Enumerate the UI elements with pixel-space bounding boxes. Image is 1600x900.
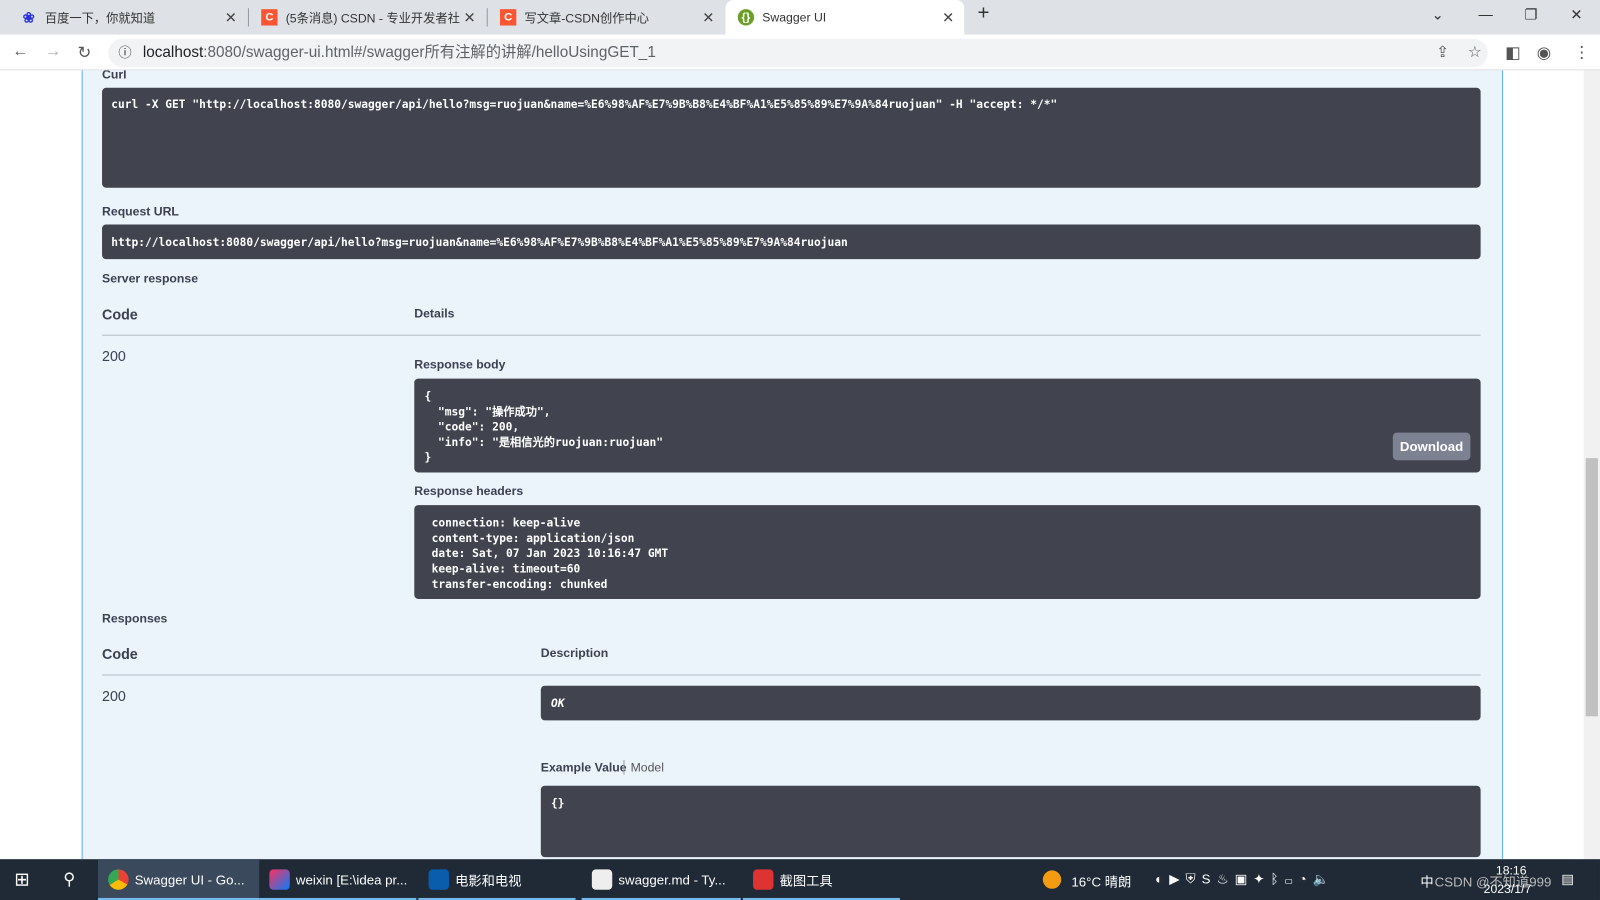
- taskbar-chrome[interactable]: Swagger UI - Go...: [97, 859, 260, 900]
- scrollbar-thumb[interactable]: [1585, 458, 1598, 717]
- close-icon[interactable]: ✕: [464, 9, 476, 26]
- request-url-value[interactable]: http://localhost:8080/swagger/api/hello?…: [102, 224, 1481, 260]
- minimize-button[interactable]: —: [1479, 6, 1493, 22]
- taskbar-label: weixin [E:\idea pr...: [295, 871, 408, 888]
- taskbar-label: swagger.md - Ty...: [618, 871, 726, 888]
- taskbar-label: 截图工具: [779, 872, 833, 889]
- responses-code-header: Code: [102, 645, 138, 663]
- share-icon[interactable]: ⇪: [1436, 39, 1449, 68]
- scrollbar[interactable]: [1583, 70, 1600, 860]
- star-icon[interactable]: ☆: [1468, 39, 1482, 68]
- ime-indicator[interactable]: 中: [1420, 871, 1433, 890]
- taskbar-label: 电影和电视: [455, 872, 522, 889]
- chrome-icon: [108, 869, 129, 890]
- back-icon[interactable]: ←: [12, 43, 28, 61]
- notification-icon[interactable]: ▤: [1561, 871, 1574, 887]
- close-icon[interactable]: ✕: [702, 9, 714, 26]
- taskbar-snipping[interactable]: 截图工具: [742, 859, 900, 900]
- responses-label: Responses: [102, 611, 168, 626]
- tab-title: 写文章-CSDN创作中心: [524, 10, 649, 25]
- weather-text[interactable]: 16°C 晴朗: [1071, 871, 1131, 890]
- taskbar-movies[interactable]: 电影和电视: [418, 859, 576, 900]
- weather-icon[interactable]: [1042, 870, 1062, 889]
- code-header: Code: [102, 306, 138, 323]
- clock-time[interactable]: 18:16: [1496, 863, 1527, 877]
- taskbar-idea[interactable]: weixin [E:\idea pr...: [259, 859, 417, 900]
- tab-search-icon[interactable]: ⌄: [1432, 6, 1444, 23]
- snipping-tool-icon: [753, 869, 774, 890]
- info-icon: ⓘ: [118, 44, 132, 61]
- maximize-button[interactable]: ❐: [1524, 6, 1537, 23]
- url-path: :8080/swagger-ui.html#/swagger所有注解的讲解/he…: [203, 43, 656, 62]
- server-response-label: Server response: [102, 271, 199, 286]
- search-icon[interactable]: ⚲: [51, 859, 96, 900]
- tab-title: Swagger UI: [762, 10, 827, 25]
- curl-command[interactable]: curl -X GET "http://localhost:8080/swagg…: [102, 87, 1481, 188]
- swagger-icon: {}: [737, 9, 755, 26]
- response-headers[interactable]: connection: keep-alive content-type: app…: [414, 505, 1481, 599]
- taskbar: ⊞ ⚲ Swagger UI - Go... weixin [E:\idea p…: [0, 859, 1600, 900]
- tab-model[interactable]: Model: [631, 760, 664, 774]
- divider: [102, 334, 1481, 336]
- side-panel-icon[interactable]: ◧: [1505, 43, 1520, 63]
- details-header: Details: [414, 306, 455, 321]
- start-button[interactable]: ⊞: [0, 859, 47, 900]
- response-body-label: Response body: [414, 357, 506, 372]
- curl-label: Curl: [102, 70, 127, 82]
- csdn-icon: C: [499, 9, 517, 26]
- swagger-page: Curl curl -X GET "http://localhost:8080/…: [0, 70, 1584, 860]
- menu-icon[interactable]: ⋮: [1573, 43, 1589, 63]
- example-value[interactable]: {}: [540, 785, 1481, 858]
- clock-date[interactable]: 2023/1/7: [1484, 882, 1532, 896]
- new-tab-button[interactable]: +: [978, 2, 990, 25]
- url-input[interactable]: ⓘ localhost:8080/swagger-ui.html#/swagger…: [108, 38, 1488, 68]
- response-description: OK: [540, 685, 1481, 721]
- download-button[interactable]: Download: [1392, 432, 1471, 461]
- tab-title: (5条消息) CSDN - 专业开发者社: [285, 10, 460, 25]
- close-icon[interactable]: ✕: [942, 9, 954, 26]
- close-icon[interactable]: ✕: [225, 9, 237, 26]
- tab-bar: ❀ 百度一下，你就知道 ✕ C (5条消息) CSDN - 专业开发者社 ✕ C 写文章-…: [0, 0, 1600, 35]
- tab-swagger[interactable]: {} Swagger UI ✕: [725, 0, 965, 35]
- typora-icon: [591, 869, 613, 890]
- url-host: localhost: [142, 43, 204, 62]
- baidu-icon: ❀: [22, 8, 35, 25]
- csdn-icon: C: [261, 9, 278, 26]
- response-body-text: { "msg": "操作成功", "code": 200, "info": "是…: [424, 389, 664, 465]
- tab-csdn[interactable]: C (5条消息) CSDN - 专业开发者社 ✕: [249, 0, 486, 35]
- movies-icon: [428, 869, 449, 890]
- response-body[interactable]: { "msg": "操作成功", "code": 200, "info": "是…: [414, 378, 1481, 473]
- description-header: Description: [540, 645, 609, 661]
- tab-title: 百度一下，你就知道: [44, 10, 156, 25]
- intellij-icon: [269, 869, 290, 890]
- tray-icons[interactable]: ◐▶⛨S♨▣✦ᛒ▭◔🔈: [1155, 871, 1335, 887]
- forward-icon[interactable]: →: [45, 43, 61, 61]
- responses-code: 200: [102, 687, 126, 705]
- response-headers-label: Response headers: [414, 483, 524, 498]
- taskbar-label: Swagger UI - Go...: [134, 871, 245, 888]
- tab-csdn-write[interactable]: C 写文章-CSDN创作中心 ✕: [488, 0, 725, 35]
- taskbar-typora[interactable]: swagger.md - Ty...: [581, 859, 741, 900]
- tab-divider: [623, 760, 625, 775]
- profile-icon[interactable]: ◉: [1537, 43, 1551, 63]
- request-url-label: Request URL: [102, 204, 179, 219]
- close-window-button[interactable]: ✕: [1570, 6, 1582, 23]
- divider: [102, 674, 1481, 676]
- response-code: 200: [102, 347, 126, 365]
- tab-example-value[interactable]: Example Value: [541, 760, 627, 774]
- reload-icon[interactable]: ↻: [78, 43, 92, 63]
- tab-baidu[interactable]: ❀ 百度一下，你就知道 ✕: [8, 0, 247, 35]
- address-bar: ← → ↻ ⓘ localhost:8080/swagger-ui.html#/s…: [0, 34, 1600, 71]
